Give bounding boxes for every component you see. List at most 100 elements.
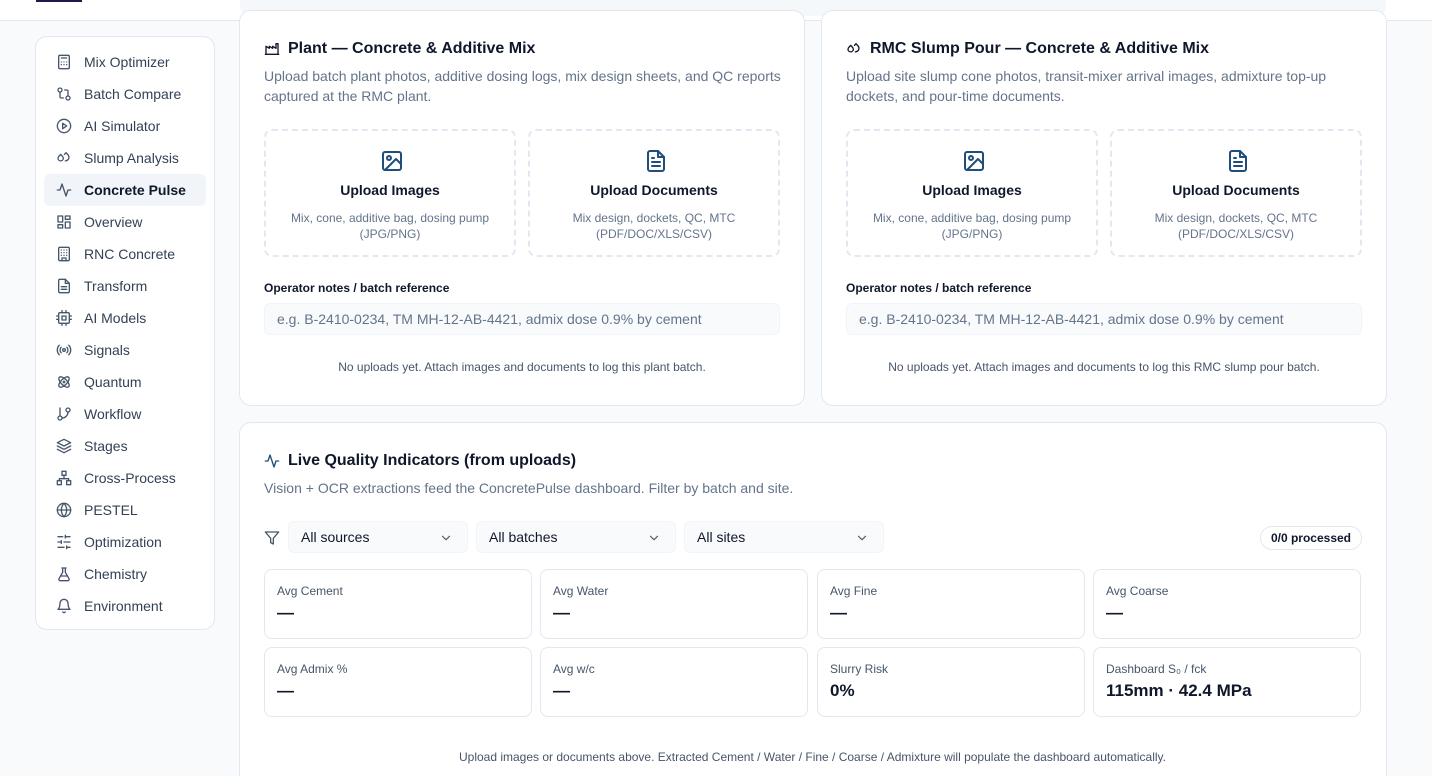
sidebar-item-signals[interactable]: Signals: [44, 334, 206, 366]
plant-notes-input[interactable]: [264, 303, 780, 335]
radio-icon: [56, 342, 72, 358]
sidebar-item-workflow[interactable]: Workflow: [44, 398, 206, 430]
sidebar-item-label: Cross-Process: [84, 470, 176, 486]
sidebar-item-label: AI Simulator: [84, 118, 161, 134]
sidebar-item-label: Batch Compare: [84, 86, 182, 102]
rmc-title-text: RMC Slump Pour — Concrete & Additive Mix: [870, 40, 1209, 57]
filter-icon: [264, 530, 280, 546]
metric-card-avg-water: Avg Water —: [540, 569, 808, 639]
metric-value: —: [553, 603, 570, 622]
upload-documents-subtitle: Mix design, dockets, QC, MTC (PDF/DOC/XL…: [572, 211, 736, 241]
sidebar-item-optimization[interactable]: Optimization: [44, 526, 206, 558]
sidebar-item-ai-simulator[interactable]: AI Simulator: [44, 110, 206, 142]
sidebar-item-label: Chemistry: [84, 566, 148, 582]
sidebar-item-label: Mix Optimizer: [84, 54, 170, 70]
live-quality-card: Live Quality Indicators (from uploads) V…: [239, 422, 1387, 776]
live-card-title: Live Quality Indicators (from uploads): [264, 452, 576, 470]
sidebar-item-label: Stages: [84, 438, 128, 454]
git-compare-icon: [56, 86, 72, 102]
sidebar-item-label: Workflow: [84, 406, 142, 422]
chevron-down-icon: [439, 531, 453, 545]
metric-card-dashboard-slump-fck: Dashboard S₀ / fck 115mm · 42.4 MPa: [1093, 647, 1361, 717]
sidebar-item-mix-optimizer[interactable]: Mix Optimizer: [44, 46, 206, 78]
rmc-notes-input[interactable]: [846, 303, 1362, 335]
rmc-card: RMC Slump Pour — Concrete & Additive Mix…: [821, 10, 1387, 406]
metric-card-avg-fine: Avg Fine —: [817, 569, 1085, 639]
sidebar-item-rnc-concrete[interactable]: RNC Concrete: [44, 238, 206, 270]
metric-label: Avg Coarse: [1106, 584, 1169, 598]
sidebar-item-label: Transform: [84, 278, 148, 294]
sidebar-item-transform[interactable]: Transform: [44, 270, 206, 302]
sidebar-item-label: PESTEL: [84, 502, 138, 518]
sidebar-item-batch-compare[interactable]: Batch Compare: [44, 78, 206, 110]
metric-value: —: [830, 603, 847, 622]
document-icon: [1226, 149, 1250, 173]
sidebar-item-ai-models[interactable]: AI Models: [44, 302, 206, 334]
metric-card-avg-coarse: Avg Coarse —: [1093, 569, 1361, 639]
sidebar-item-pestel[interactable]: PESTEL: [44, 494, 206, 526]
layout-dashboard-icon: [56, 214, 72, 230]
git-branch-icon: [56, 406, 72, 422]
network-icon: [56, 470, 72, 486]
rmc-description: Upload site slump cone photos, transit-m…: [846, 68, 1327, 104]
chevron-down-icon: [855, 531, 869, 545]
metric-value: —: [553, 681, 570, 700]
live-description: Vision + OCR extractions feed the Concre…: [264, 480, 794, 496]
image-icon: [380, 149, 404, 173]
sources-select[interactable]: All sources: [288, 521, 468, 553]
metric-label: Avg Fine: [830, 584, 878, 598]
live-title-text: Live Quality Indicators (from uploads): [288, 452, 577, 469]
plant-title-text: Plant — Concrete & Additive Mix: [288, 40, 536, 57]
plant-card: Plant — Concrete & Additive Mix Upload b…: [239, 10, 805, 406]
sidebar-item-slump-analysis[interactable]: Slump Analysis: [44, 142, 206, 174]
processed-badge: 0/0 processed: [1259, 526, 1362, 550]
sidebar-item-concrete-pulse[interactable]: Concrete Pulse: [44, 174, 206, 206]
sidebar-item-environment[interactable]: Environment: [44, 590, 206, 622]
sidebar-item-overview[interactable]: Overview: [44, 206, 206, 238]
plant-description: Upload batch plant photos, additive dosi…: [264, 68, 781, 104]
sidebar: Mix Optimizer Batch Compare AI Simulator…: [35, 36, 215, 630]
sidebar-item-stages[interactable]: Stages: [44, 430, 206, 462]
activity-icon: [56, 182, 72, 198]
rmc-upload-images-dropzone[interactable]: Upload Images Mix, cone, additive bag, d…: [846, 129, 1098, 257]
batches-select[interactable]: All batches: [476, 521, 676, 553]
rmc-upload-documents-dropzone[interactable]: Upload Documents Mix design, dockets, QC…: [1110, 129, 1362, 257]
metric-value: —: [277, 681, 294, 700]
sidebar-item-chemistry[interactable]: Chemistry: [44, 558, 206, 590]
sliders-icon: [56, 534, 72, 550]
plant-card-title: Plant — Concrete & Additive Mix: [264, 40, 535, 58]
file-text-icon: [56, 278, 72, 294]
upload-images-subtitle: Mix, cone, additive bag, dosing pump (JP…: [290, 211, 490, 241]
sites-select[interactable]: All sites: [684, 521, 884, 553]
chevron-down-icon: [647, 531, 661, 545]
calculator-icon: [56, 54, 72, 70]
bell-icon: [56, 598, 72, 614]
plant-upload-documents-dropzone[interactable]: Upload Documents Mix design, dockets, QC…: [528, 129, 780, 257]
metric-value: 115mm · 42.4 MPa: [1106, 681, 1252, 700]
metric-label: Avg Admix %: [277, 662, 348, 676]
sidebar-item-quantum[interactable]: Quantum: [44, 366, 206, 398]
cpu-icon: [56, 310, 72, 326]
plant-upload-images-dropzone[interactable]: Upload Images Mix, cone, additive bag, d…: [264, 129, 516, 257]
metric-card-avg-wc: Avg w/c —: [540, 647, 808, 717]
live-footnote: Upload images or documents above. Extrac…: [458, 750, 1166, 764]
upload-documents-subtitle: Mix design, dockets, QC, MTC (PDF/DOC/XL…: [1154, 211, 1318, 241]
sidebar-item-cross-process[interactable]: Cross-Process: [44, 462, 206, 494]
metric-label: Avg Cement: [277, 584, 343, 598]
sites-select-value: All sites: [697, 529, 746, 545]
metric-value: —: [277, 603, 294, 622]
metric-value: —: [1106, 603, 1123, 622]
atom-icon: [56, 374, 72, 390]
layers-icon: [56, 438, 72, 454]
droplets-icon: [846, 41, 862, 57]
upload-images-subtitle: Mix, cone, additive bag, dosing pump (JP…: [872, 211, 1072, 241]
plant-empty-note: No uploads yet. Attach images and docume…: [338, 360, 706, 374]
rmc-card-title: RMC Slump Pour — Concrete & Additive Mix: [846, 40, 1209, 58]
metric-label: Slurry Risk: [830, 662, 889, 676]
batches-select-value: All batches: [489, 529, 558, 545]
upload-images-title: Upload Images: [340, 182, 440, 198]
sidebar-item-label: Quantum: [84, 374, 142, 390]
plant-notes-label: Operator notes / batch reference: [264, 281, 450, 295]
metric-value: 0%: [830, 681, 855, 700]
activity-icon: [264, 453, 280, 469]
